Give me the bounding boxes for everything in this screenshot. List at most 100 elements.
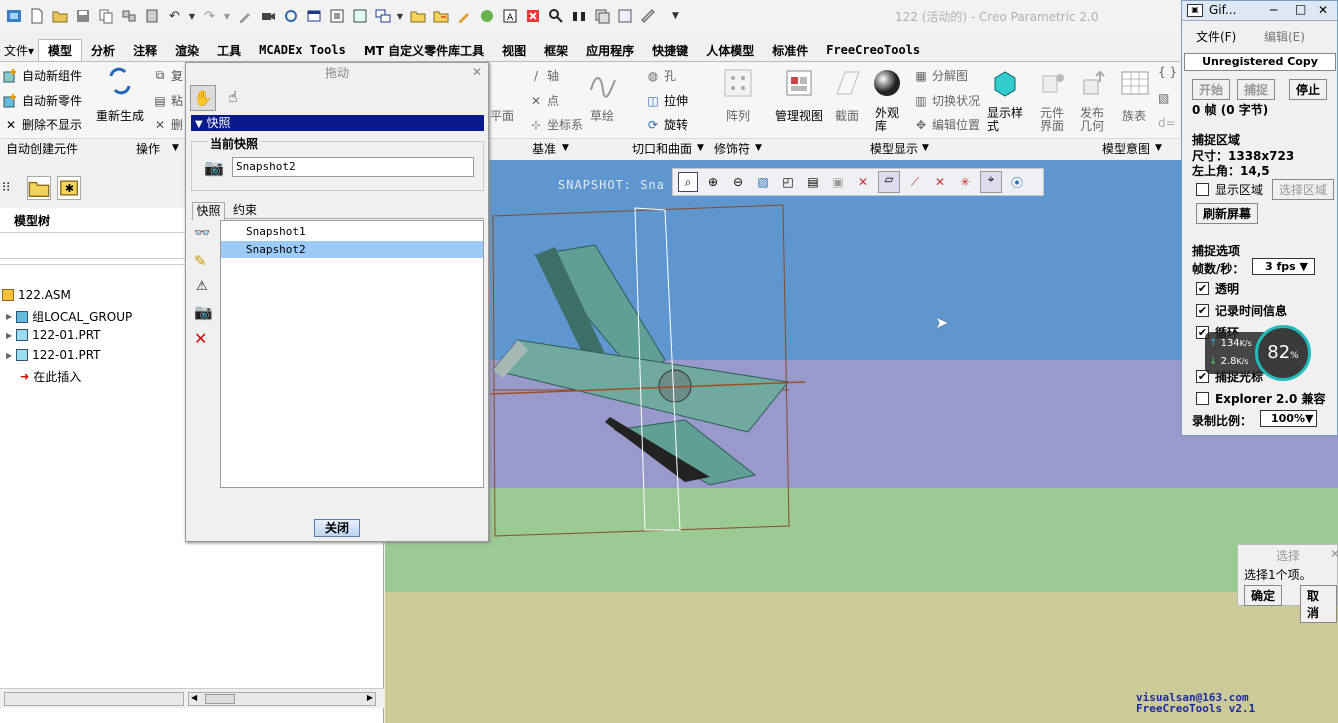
pattern-label[interactable]: 阵列 (726, 107, 750, 124)
list-item[interactable]: Snapshot1 (221, 223, 483, 240)
tab-mt-library[interactable]: MT 自定义零件库工具 (355, 39, 493, 61)
family-table-icon[interactable] (1120, 68, 1150, 98)
edit-icon[interactable] (453, 6, 474, 27)
snapshot-name-input[interactable]: Snapshot2 (232, 157, 474, 177)
dialog-close-icon[interactable]: ✕ (472, 65, 482, 79)
tab-manikin[interactable]: 人体模型 (697, 39, 763, 61)
appearance-sphere-icon[interactable] (872, 68, 902, 98)
tab-analysis[interactable]: 分析 (82, 39, 124, 61)
plane-button[interactable]: 平面 (490, 107, 514, 124)
close-red-icon[interactable] (522, 6, 543, 27)
drag-hand-icon[interactable]: ✋ (190, 85, 216, 111)
extrude-button[interactable]: ◫ 拉伸 (645, 92, 688, 109)
start-button[interactable]: 开始 (1192, 79, 1231, 100)
group-modifiers-dropdown-icon[interactable]: ▼ (755, 138, 762, 158)
paste-button[interactable]: ▤ 粘 (152, 92, 183, 109)
transparent-checkbox[interactable]: ✔ 透明 (1196, 280, 1239, 297)
refresh-screen-button[interactable]: 刷新屏幕 (1196, 203, 1259, 224)
publish-geometry-label[interactable]: 发布几何 (1080, 107, 1108, 133)
revolve-button[interactable]: ⟳ 旋转 (645, 116, 688, 133)
snapshot-section-header[interactable]: ▼ 快照 (191, 115, 484, 131)
group-cut-surface[interactable]: 切口和曲面 (632, 138, 692, 158)
close-button[interactable]: 关闭 (314, 519, 360, 537)
paste-icon[interactable] (141, 6, 162, 27)
group-modifiers[interactable]: 修饰符 (714, 138, 750, 158)
redo-icon[interactable]: ↷ (199, 6, 220, 27)
tab-file[interactable]: 文件▾ (0, 39, 38, 61)
delete-button[interactable]: ✕ 删 (152, 116, 183, 133)
sketch-icon[interactable] (588, 68, 618, 98)
camera-small-icon[interactable]: 📷 (194, 303, 213, 321)
settings-icon[interactable] (349, 6, 370, 27)
tab-frame[interactable]: 框架 (535, 39, 577, 61)
regenerate-icon[interactable] (105, 66, 135, 96)
new-file-icon[interactable] (26, 6, 47, 27)
app-icon[interactable] (3, 6, 24, 27)
tree-item-group[interactable]: ▶ 组LOCAL_GROUP (6, 308, 132, 325)
folder-icon[interactable] (407, 6, 428, 27)
edit-position-button[interactable]: ✥ 编辑位置 (913, 116, 980, 133)
auto-new-component-button[interactable]: 自动新组件 (3, 67, 82, 84)
checkbox[interactable] (1196, 392, 1209, 405)
select-region-button[interactable]: 选择区域 (1272, 179, 1335, 200)
folder-browser-tab-icon[interactable] (27, 176, 51, 200)
pattern-icon[interactable] (723, 68, 753, 98)
copy-icon[interactable] (95, 6, 116, 27)
checkbox-checked[interactable]: ✔ (1196, 304, 1209, 317)
tree-item-part[interactable]: ▶ 122-01.PRT (6, 328, 101, 342)
group-cut-surface-dropdown-icon[interactable]: ▼ (697, 138, 704, 158)
family-table-label[interactable]: 族表 (1122, 107, 1146, 124)
window-icon[interactable] (303, 6, 324, 27)
delete-hide-button[interactable]: ✕ 删除不显示 (3, 116, 82, 133)
section-label[interactable]: 截面 (835, 107, 859, 124)
tree-item-insert-here[interactable]: ➜ 在此插入 (20, 368, 81, 385)
tab-tools[interactable]: 工具 (208, 39, 250, 61)
windows-icon[interactable] (372, 6, 393, 27)
tab-snapshots[interactable]: 快照 (192, 202, 225, 220)
save-icon[interactable] (72, 6, 93, 27)
minimize-icon[interactable]: ─ (1270, 3, 1277, 17)
display-style-icon[interactable] (990, 68, 1020, 98)
capture-button[interactable]: 捕捉 (1237, 79, 1276, 100)
manage-views-icon[interactable] (784, 68, 814, 98)
point-button[interactable]: ✕ 点 (528, 92, 559, 109)
maximize-icon[interactable]: □ (1295, 2, 1306, 16)
relations-icon[interactable]: ▧ (1158, 91, 1169, 105)
checkbox[interactable] (1196, 183, 1209, 196)
tab-model[interactable]: 模型 (38, 39, 83, 61)
search-icon[interactable] (545, 6, 566, 27)
cpu-gauge[interactable]: 82% (1255, 325, 1311, 381)
tab-standard-parts[interactable]: 标准件 (763, 39, 817, 61)
sketch-label[interactable]: 草绘 (590, 107, 614, 124)
component-interface-icon[interactable] (1040, 68, 1070, 98)
tab-applications[interactable]: 应用程序 (577, 39, 643, 61)
model-tree-tab-icon[interactable]: ⁝⁝ (2, 180, 10, 195)
customize-dropdown-icon[interactable]: ▼ (665, 6, 686, 27)
select-close-icon[interactable]: ✕ (1330, 547, 1338, 561)
camera-icon[interactable]: 📷 (204, 158, 224, 177)
auto-new-part-button[interactable]: 自动新零件 (3, 92, 82, 109)
hole-button[interactable]: ◍ 孔 (645, 67, 676, 84)
info-icon[interactable] (614, 6, 635, 27)
explorer-compat-checkbox[interactable]: Explorer 2.0 兼容 (1196, 390, 1325, 407)
publish-geometry-icon[interactable] (1080, 68, 1110, 98)
group-model-intent[interactable]: 模型意图 (1102, 138, 1150, 158)
tab-render[interactable]: 渲染 (166, 39, 208, 61)
warning-icon[interactable]: ⚠ (196, 279, 208, 294)
globe-icon[interactable] (476, 6, 497, 27)
video-icon[interactable] (257, 6, 278, 27)
appearance-label[interactable]: 外观库 (875, 107, 901, 133)
glasses-icon[interactable]: 👓 (194, 226, 210, 241)
section-icon[interactable] (833, 68, 863, 98)
fps-select[interactable]: 3 fps ▼ (1252, 258, 1315, 275)
assembly-icon[interactable] (118, 6, 139, 27)
pencil-icon[interactable]: ✎ (194, 252, 207, 270)
group-operations-dropdown-icon[interactable]: ▼ (172, 138, 179, 158)
refresh-icon[interactable] (280, 6, 301, 27)
cancel-button[interactable]: 取消 (1300, 585, 1337, 623)
group-model-display-dropdown-icon[interactable]: ▼ (922, 138, 929, 158)
checkbox-checked[interactable]: ✔ (1196, 282, 1209, 295)
drag-hand-alt-icon[interactable]: ☝ (220, 85, 246, 111)
csys-button[interactable]: ⊹ 坐标系 (528, 116, 583, 133)
layers-icon[interactable] (591, 6, 612, 27)
